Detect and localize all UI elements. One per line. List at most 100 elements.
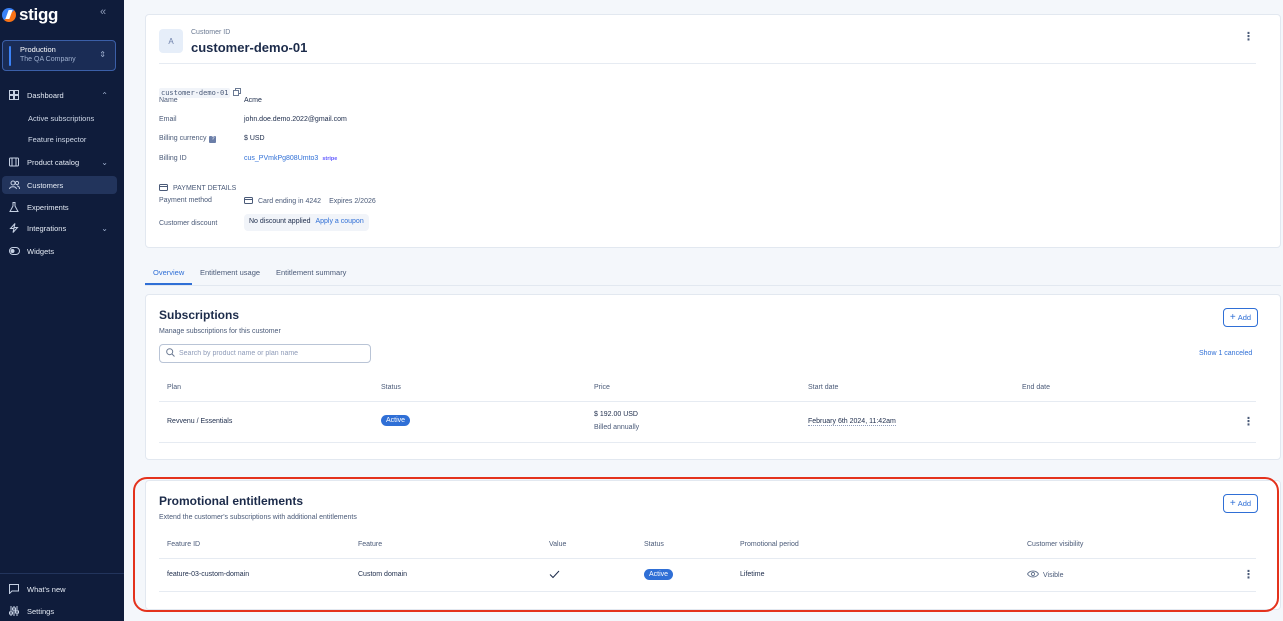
billing-id-label: Billing ID <box>159 155 187 162</box>
collapse-sidebar-icon[interactable]: « <box>100 6 106 18</box>
avatar: A <box>159 29 183 53</box>
customer-discount-value: No discount applied Apply a coupon <box>244 214 369 231</box>
subscription-search[interactable] <box>159 344 371 363</box>
customer-details-card: A Customer ID customer-demo-01 ⋮ custome… <box>145 14 1281 248</box>
sidebar-item-label: Settings <box>27 606 55 616</box>
add-subscription-button[interactable]: + Add <box>1223 308 1258 327</box>
promotional-title: Promotional entitlements <box>159 494 304 508</box>
subscriptions-subtitle: Manage subscriptions for this customer <box>159 328 281 335</box>
divider <box>159 401 1256 402</box>
sidebar-item-integrations[interactable]: Integrations ⌄ <box>0 219 118 237</box>
promotional-period-cell: Lifetime <box>740 571 765 578</box>
sliders-icon <box>8 605 20 617</box>
plan-cell: Revvenu / Essentials <box>167 418 233 425</box>
logo-text: stigg <box>19 5 59 24</box>
feature-id-link[interactable]: feature-03-custom-domain <box>167 571 249 578</box>
sidebar-item-label: Product catalog <box>27 157 80 167</box>
price-cell: $ 192.00 USD <box>594 411 638 418</box>
sidebar-item-active-subscriptions[interactable]: Active subscriptions <box>28 114 94 123</box>
book-icon <box>8 156 20 168</box>
chevron-down-icon: ⌄ <box>101 157 108 167</box>
sidebar-item-settings[interactable]: Settings <box>0 602 118 620</box>
email-value: john.doe.demo.2022@gmail.com <box>244 116 347 123</box>
billing-id-link[interactable]: cus_PVmkPg808Umto3 <box>244 155 318 162</box>
payment-details-header: PAYMENT DETAILS <box>159 184 236 193</box>
check-icon <box>549 570 560 581</box>
tab-entitlement-usage[interactable]: Entitlement usage <box>200 268 260 277</box>
plus-icon: + <box>1229 497 1236 509</box>
stripe-logo: stripe <box>322 156 338 162</box>
row-actions-icon[interactable]: ⋮ <box>1243 415 1254 428</box>
lightning-icon <box>8 222 20 234</box>
divider <box>159 591 1256 592</box>
billing-id-value: cus_PVmkPg808Umto3 stripe <box>244 155 337 162</box>
customer-id-label: Customer ID <box>191 29 231 36</box>
start-date-cell: February 6th 2024, 11:42am <box>808 418 896 426</box>
email-label: Email <box>159 116 177 123</box>
divider <box>159 442 1256 443</box>
billing-currency-value: $ USD <box>244 135 265 142</box>
sidebar-item-label: Dashboard <box>27 90 64 100</box>
sidebar-item-label: Experiments <box>27 202 69 212</box>
environment-switcher[interactable]: Production The QA Company ⇕ <box>2 40 116 71</box>
column-header-plan[interactable]: Plan <box>167 384 181 391</box>
promotional-subtitle: Extend the customer's subscriptions with… <box>159 514 357 521</box>
tab-overview[interactable]: Overview <box>153 268 184 277</box>
message-icon <box>8 583 20 595</box>
column-header-end-date[interactable]: End date <box>1022 384 1050 391</box>
tab-entitlement-summary[interactable]: Entitlement summary <box>276 268 346 277</box>
chevron-updown-icon: ⇕ <box>99 50 106 59</box>
name-label: Name <box>159 97 178 104</box>
tabs-divider <box>145 285 1281 286</box>
sidebar: stigg « Production The QA Company ⇕ Dash… <box>0 0 124 621</box>
billing-currency-label: Billing currency? <box>159 135 217 143</box>
feature-cell: Custom domain <box>358 571 408 578</box>
column-header-promotional-period[interactable]: Promotional period <box>740 541 799 548</box>
logo[interactable]: stigg <box>2 5 58 25</box>
sidebar-item-feature-inspector[interactable]: Feature inspector <box>28 135 86 144</box>
customer-discount-label: Customer discount <box>159 220 218 227</box>
sidebar-item-experiments[interactable]: Experiments <box>0 198 118 216</box>
show-canceled-link[interactable]: Show 1 canceled <box>1199 350 1252 357</box>
stigg-logo-icon <box>2 8 16 22</box>
dashboard-icon <box>8 89 20 101</box>
sidebar-item-widgets[interactable]: Widgets <box>0 242 118 260</box>
credit-card-icon <box>159 184 168 193</box>
search-input[interactable] <box>179 350 359 357</box>
help-icon[interactable]: ? <box>209 136 217 143</box>
eye-icon <box>1026 570 1040 580</box>
sidebar-divider <box>0 573 124 574</box>
main-content: A Customer ID customer-demo-01 ⋮ custome… <box>124 0 1283 621</box>
column-header-start-date[interactable]: Start date <box>808 384 838 391</box>
billing-period: Billed annually <box>594 424 640 431</box>
add-promotional-entitlement-button[interactable]: + Add <box>1223 494 1258 513</box>
chevron-up-icon: ⌃ <box>101 90 108 100</box>
search-icon <box>166 348 175 359</box>
payment-details-title: PAYMENT DETAILS <box>173 185 237 192</box>
page-title: customer-demo-01 <box>191 40 308 55</box>
column-header-customer-visibility[interactable]: Customer visibility <box>1027 541 1083 548</box>
sidebar-item-product-catalog[interactable]: Product catalog ⌄ <box>0 153 118 171</box>
column-header-value[interactable]: Value <box>549 541 566 548</box>
apply-coupon-link[interactable]: Apply a coupon <box>315 218 363 225</box>
column-header-feature[interactable]: Feature <box>358 541 382 548</box>
payment-method-value: Card ending in 4242 Expires 2/2026 <box>244 197 376 206</box>
toggle-icon <box>8 245 20 257</box>
sidebar-item-dashboard[interactable]: Dashboard ⌃ <box>0 86 118 104</box>
subscriptions-card: Subscriptions Manage subscriptions for t… <box>145 294 1281 460</box>
copy-icon[interactable] <box>233 88 241 98</box>
billing-currency-text: Billing currency <box>159 135 207 142</box>
row-actions-icon[interactable]: ⋮ <box>1243 568 1254 581</box>
add-label: Add <box>1237 499 1252 508</box>
sidebar-item-whats-new[interactable]: What's new <box>0 580 118 598</box>
column-header-feature-id[interactable]: Feature ID <box>167 541 200 548</box>
column-header-status[interactable]: Status <box>381 384 401 391</box>
column-header-status[interactable]: Status <box>644 541 664 548</box>
more-options-icon[interactable]: ⋮ <box>1243 30 1254 43</box>
card-ending: Card ending in 4242 <box>258 198 322 205</box>
sidebar-item-label: Integrations <box>27 223 67 233</box>
plus-icon: + <box>1229 311 1236 323</box>
column-header-price[interactable]: Price <box>594 384 610 391</box>
sidebar-item-customers[interactable]: Customers <box>2 176 117 194</box>
visibility-cell: Visible <box>1026 570 1064 580</box>
